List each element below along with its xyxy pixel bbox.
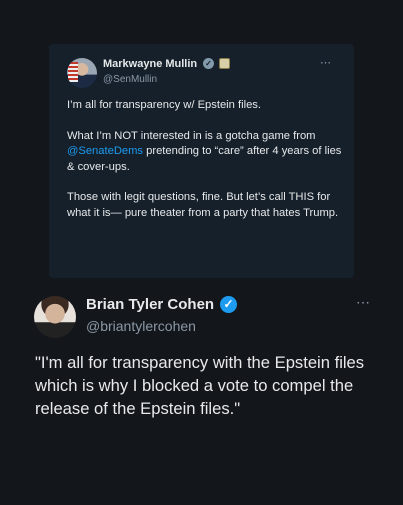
author-handle[interactable]: @briantylercohen <box>86 318 196 334</box>
affiliation-badge-icon <box>219 58 230 69</box>
quoted-paragraph: What I’m NOT interested in is a gotcha g… <box>67 129 347 175</box>
mention-link[interactable]: @SenateDems <box>67 145 143 157</box>
avatar[interactable] <box>67 58 97 88</box>
quoted-tweet-text: I’m all for transparency w/ Epstein file… <box>67 98 347 237</box>
quoted-paragraph: I’m all for transparency w/ Epstein file… <box>67 99 261 111</box>
flag-icon <box>68 62 78 82</box>
verified-badge-icon: ✓ <box>203 58 214 69</box>
more-options-icon[interactable]: ⋯ <box>320 56 332 69</box>
tweet-text: "I'm all for transparency with the Epste… <box>35 353 365 418</box>
avatar[interactable] <box>34 296 76 338</box>
quoted-paragraph: Those with legit questions, fine. But le… <box>67 191 339 219</box>
quoted-author-handle[interactable]: @SenMullin <box>103 74 157 85</box>
quoted-author-name[interactable]: Markwayne Mullin <box>103 58 197 70</box>
quoted-text-segment: What I’m NOT interested in is a gotcha g… <box>67 129 316 142</box>
author-name[interactable]: Brian Tyler Cohen <box>86 296 214 313</box>
more-options-icon[interactable]: ⋯ <box>356 294 371 311</box>
quoted-tweet-card[interactable]: Markwayne Mullin ✓ @SenMullin ⋯ I’m all … <box>49 44 354 278</box>
verified-badge-icon: ✓ <box>220 296 237 313</box>
